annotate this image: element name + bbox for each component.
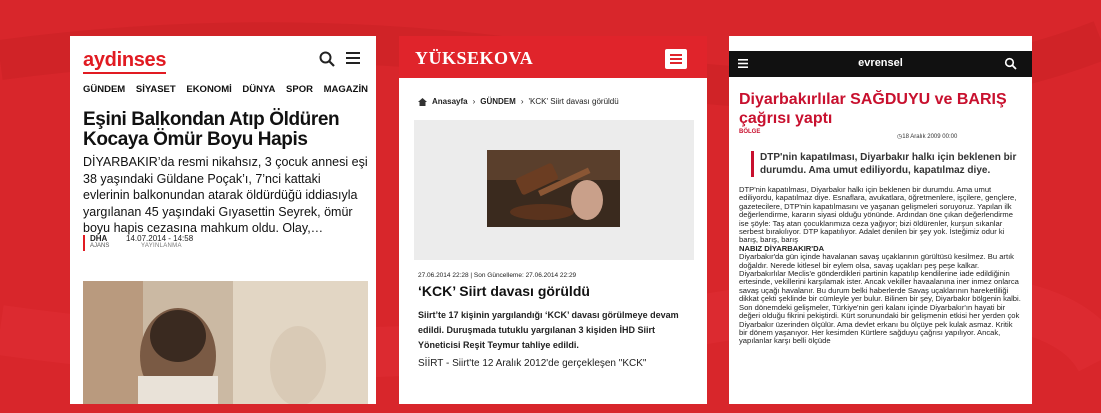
breadcrumb: Anasayfa › GÜNDEM › 'KCK' Siirt davası g…: [418, 97, 619, 106]
menu-icon[interactable]: [345, 51, 361, 65]
site-logo[interactable]: YÜKSEKOVA: [415, 48, 533, 69]
article-title: ‘KCK’ Siirt davası görüldü: [418, 283, 590, 299]
body-paragraph: DTP'nin kapatılması, Diyarbakır halkı iç…: [739, 185, 1017, 245]
site-header: YÜKSEKOVA: [399, 36, 707, 78]
search-icon[interactable]: [1004, 57, 1017, 70]
breadcrumb-current: 'KCK' Siirt davası görüldü: [528, 97, 619, 106]
nav-item-ekonomi[interactable]: EKONOMİ: [186, 84, 231, 95]
article-title: Diyarbakırlılar SAĞDUYU ve BARIŞ çağrısı…: [739, 91, 1007, 127]
meta-accent-bar: [83, 235, 85, 251]
source-name: DHA: [90, 234, 108, 243]
article-photo: [83, 281, 368, 404]
publish-label: YAYINLANMA: [141, 243, 182, 249]
aydinses-article-card: aydinses GÜNDEM SİYASET EKONOMİ DÜNYA SP…: [70, 36, 376, 404]
publish-date: 14.07.2014 - 14:58: [126, 234, 194, 243]
article-lead: DİYARBAKIR’da resmi nikahsız, 3 çocuk an…: [83, 155, 368, 235]
body-paragraph: Diyarbakır'da gün içinde havalanan savaş…: [739, 252, 1021, 346]
article-meta: DHA AJANS 14.07.2014 - 14:58 YAYINLANMA: [83, 234, 368, 256]
source-type: AJANS: [90, 243, 110, 249]
breadcrumb-category[interactable]: GÜNDEM: [480, 97, 516, 106]
home-icon: [418, 97, 427, 106]
article-summary: Siirt’te 17 kişinin yargılandığı ‘KCK’ d…: [418, 310, 679, 350]
nav-item-siyaset[interactable]: SİYASET: [136, 84, 176, 95]
site-logo[interactable]: evrensel: [729, 57, 1032, 69]
evrensel-article-card: evrensel Diyarbakırlılar SAĞDUYU ve BARI…: [729, 36, 1032, 404]
yuksekova-article-card: YÜKSEKOVA Anasayfa › GÜNDEM › 'KCK' Siir…: [399, 36, 707, 404]
category-nav: GÜNDEM SİYASET EKONOMİ DÜNYA SPOR MAGAZİ…: [83, 84, 368, 95]
category-label[interactable]: BÖLGE: [739, 129, 760, 135]
article-pullquote: DTP'nin kapatılması, Diyarbakır halkı iç…: [751, 151, 1025, 177]
chevron-right-icon: ›: [520, 97, 524, 106]
nav-item-gundem[interactable]: GÜNDEM: [83, 84, 125, 95]
breadcrumb-home[interactable]: Anasayfa: [432, 97, 468, 106]
chevron-right-icon: ›: [472, 97, 476, 106]
nav-item-dunya[interactable]: DÜNYA: [242, 84, 275, 95]
article-title: Eşini Balkondan Atıp Öldüren Kocaya Ömür…: [83, 109, 340, 150]
site-header: aydinses: [70, 36, 376, 76]
site-logo[interactable]: aydinses: [83, 49, 167, 74]
article-body: SİİRT - Siirt'te 12 Aralık 2012'de gerçe…: [418, 358, 647, 369]
article-media: [414, 120, 694, 260]
nav-item-magazin[interactable]: MAGAZİN: [324, 84, 368, 95]
article-date: 27.06.2014 22:28 | Son Güncelleme: 27.06…: [418, 272, 577, 279]
article-date: ◷18 Aralık 2009 00:00: [897, 134, 958, 140]
menu-icon[interactable]: [665, 49, 687, 69]
nav-item-spor[interactable]: SPOR: [286, 84, 313, 95]
article-body: DTP'nin kapatılması, Diyarbakır halkı iç…: [739, 185, 1022, 346]
gavel-photo: [487, 150, 620, 227]
site-header: evrensel: [729, 51, 1032, 77]
search-icon[interactable]: [318, 50, 336, 68]
